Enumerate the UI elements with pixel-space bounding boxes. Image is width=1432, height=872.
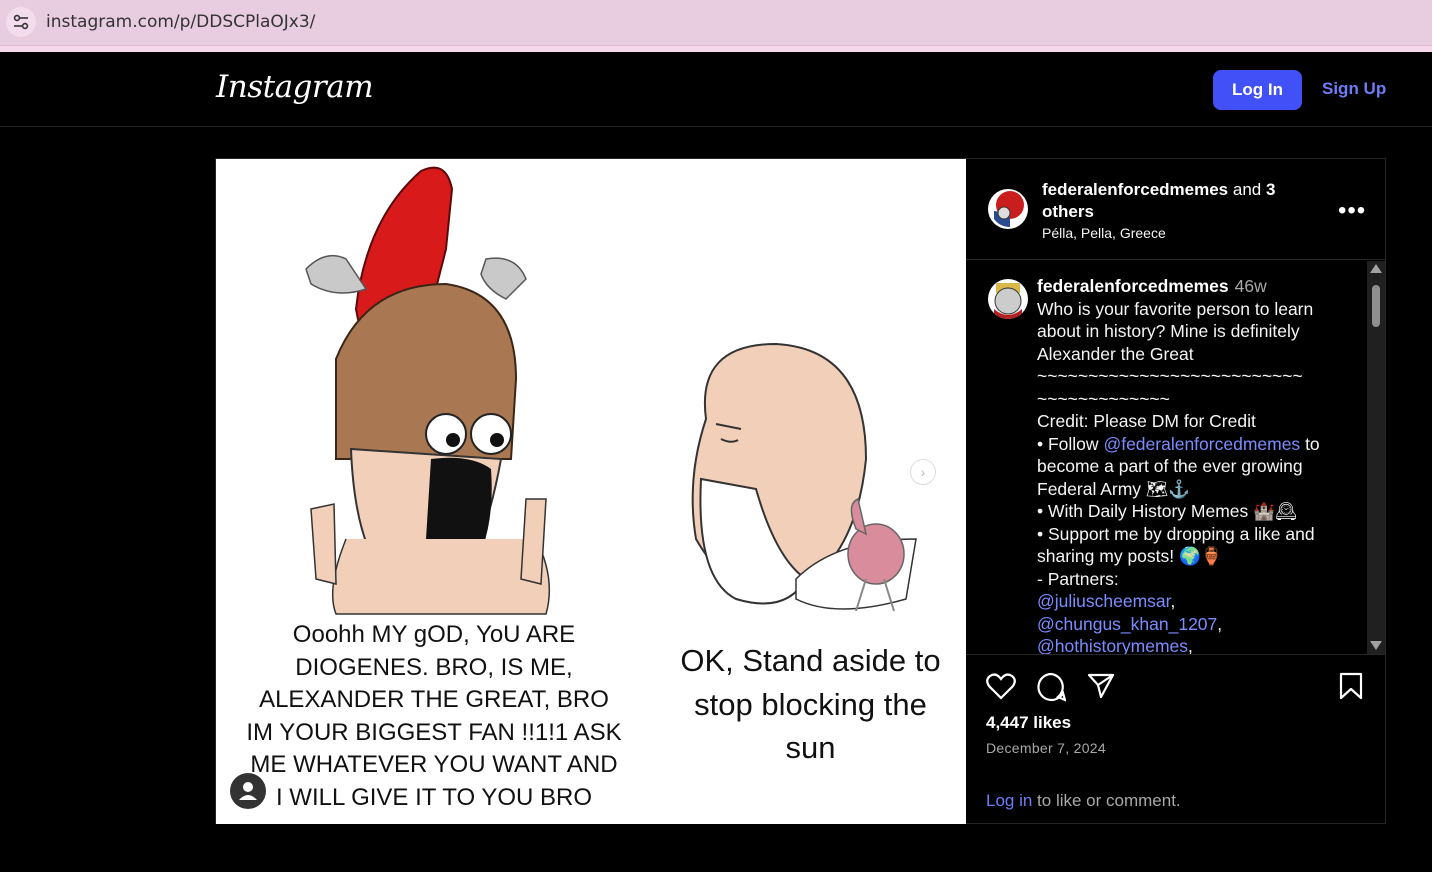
scrollbar-thumb[interactable]	[1372, 285, 1380, 327]
scroll-down-arrow-icon[interactable]	[1370, 641, 1382, 650]
scroll-up-arrow-icon[interactable]	[1370, 264, 1382, 273]
partner-link[interactable]: @hothistorymemes	[1037, 636, 1188, 654]
instagram-logo[interactable]: Instagram	[216, 69, 374, 105]
meme-caption-left: Ooohh MY gOD, YoU ARE DIOGENES. BRO, IS …	[246, 621, 622, 811]
caption-author-avatar[interactable]	[988, 279, 1028, 319]
post-image: Ooohh MY gOD, YoU ARE DIOGENES. BRO, IS …	[216, 159, 966, 824]
browser-url-bar[interactable]: instagram.com/p/DDSCPlaOJx3/	[0, 0, 1432, 46]
post-location[interactable]: Pélla, Pella, Greece	[1042, 225, 1166, 241]
caption-daily: • With Daily History Memes 🏰🕰	[1037, 501, 1298, 521]
caption-time-ago: 46w	[1234, 276, 1267, 296]
login-button[interactable]: Log In	[1213, 70, 1302, 110]
more-options-icon[interactable]: •••	[1338, 197, 1366, 225]
next-image-chevron-icon[interactable]: ›	[910, 459, 936, 485]
post-actions: 4,447 likes December 7, 2024 Log in to l…	[966, 654, 1386, 824]
comments-section: federalenforcedmemes 46w Who is your favo…	[966, 261, 1368, 654]
meme-caption-right: OK, Stand aside to stop blocking the sun	[680, 643, 941, 765]
site-settings-icon[interactable]	[6, 7, 36, 37]
diogenes-figure	[691, 342, 917, 612]
caption-tildes: ~~~~~~~~~~~~~~~~~~~~~~~~~~	[1037, 366, 1303, 386]
author-avatar[interactable]	[988, 189, 1028, 229]
caption-tildes: ~~~~~~~~~~~~~	[1037, 388, 1170, 409]
post-sidebar: federalenforcedmemes and 3 others Pélla,…	[966, 159, 1386, 824]
author-username[interactable]: federalenforcedmemes	[1042, 180, 1228, 199]
caption-username[interactable]: federalenforcedmemes	[1037, 276, 1229, 296]
share-send-icon[interactable]	[1087, 672, 1115, 705]
post-author-line: federalenforcedmemes and 3 others	[1042, 179, 1312, 223]
and-text: and	[1232, 180, 1262, 199]
partner-link[interactable]: @juliuscheemsar	[1037, 591, 1171, 611]
comments-scrollbar[interactable]	[1367, 261, 1385, 654]
tagged-users-icon[interactable]	[230, 773, 266, 809]
url-text[interactable]: instagram.com/p/DDSCPlaOJx3/	[46, 12, 315, 32]
alexander-figure	[305, 166, 551, 615]
post-date: December 7, 2024	[986, 740, 1106, 756]
caption-credit: Credit: Please DM for Credit	[1037, 411, 1256, 431]
caption-partners: - Partners:	[1037, 568, 1119, 589]
comment-bubble-icon[interactable]	[1036, 672, 1067, 707]
post-container: Ooohh MY gOD, YoU ARE DIOGENES. BRO, IS …	[215, 158, 1386, 824]
save-bookmark-icon[interactable]	[1339, 672, 1363, 705]
caption-support: • Support me by dropping a like and shar…	[1037, 523, 1315, 567]
login-to-comment: Log in to like or comment.	[986, 791, 1181, 811]
top-navigation: Instagram Log In Sign Up	[0, 52, 1432, 127]
signup-link[interactable]: Sign Up	[1322, 79, 1386, 99]
likes-count[interactable]: 4,447 likes	[986, 713, 1071, 733]
mention-link[interactable]: @federalenforcedmemes	[1103, 434, 1300, 454]
login-suffix: to like or comment.	[1032, 791, 1181, 810]
caption-follow-prefix: • Follow	[1037, 433, 1099, 454]
partner-link[interactable]: @chungus_khan_1207	[1037, 614, 1217, 634]
caption-text: federalenforcedmemes 46w Who is your favo…	[1037, 276, 1320, 654]
login-link[interactable]: Log in	[986, 791, 1032, 810]
like-heart-icon[interactable]	[986, 672, 1016, 705]
post-header: federalenforcedmemes and 3 others Pélla,…	[966, 159, 1386, 260]
caption-line: Who is your favorite person to learn abo…	[1037, 298, 1314, 364]
